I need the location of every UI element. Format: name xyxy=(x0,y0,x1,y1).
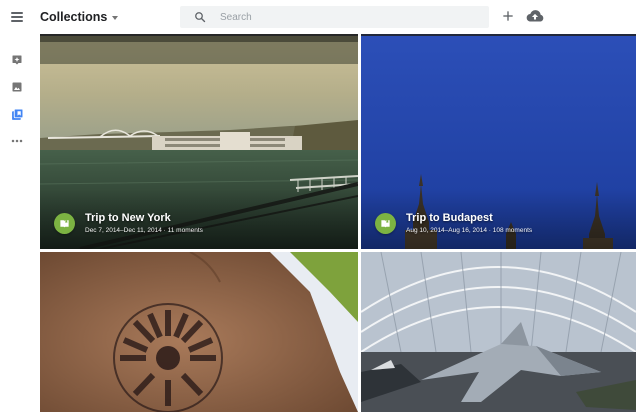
collection-meta: Dec 7, 2014–Dec 11, 2014 · 11 moments xyxy=(85,227,203,234)
card-top-edge xyxy=(361,34,636,36)
menu-icon[interactable] xyxy=(9,9,25,25)
collections-grid: Trip to New York Dec 7, 2014–Dec 11, 201… xyxy=(40,34,636,412)
albums-icon[interactable] xyxy=(10,107,24,121)
collections-dropdown[interactable]: Collections xyxy=(40,9,119,25)
album-icon xyxy=(375,213,396,234)
collection-card-hangar[interactable] xyxy=(361,252,636,412)
collection-caption: Trip to Budapest Aug 10, 2014–Aug 16, 20… xyxy=(375,212,532,235)
navigation-rail xyxy=(0,34,34,412)
collection-title: Trip to New York xyxy=(85,212,171,224)
collection-card-new-york[interactable]: Trip to New York Dec 7, 2014–Dec 11, 201… xyxy=(40,34,358,249)
assistant-icon[interactable] xyxy=(10,53,24,67)
collection-title: Trip to Budapest xyxy=(406,212,493,224)
search-bar[interactable] xyxy=(180,6,489,28)
card-top-edge xyxy=(40,34,358,36)
search-input[interactable] xyxy=(220,11,470,23)
page-title: Collections xyxy=(40,10,108,24)
collection-photo xyxy=(40,252,358,412)
cloud-upload-icon[interactable] xyxy=(526,8,544,24)
collection-caption: Trip to New York Dec 7, 2014–Dec 11, 201… xyxy=(54,212,203,235)
collection-card-hand-stamp[interactable] xyxy=(40,252,358,412)
collection-meta: Aug 10, 2014–Aug 16, 2014 · 108 moments xyxy=(406,227,533,234)
photos-icon[interactable] xyxy=(10,80,24,94)
collection-card-budapest[interactable]: Trip to Budapest Aug 10, 2014–Aug 16, 20… xyxy=(361,34,636,249)
album-icon xyxy=(54,213,75,234)
caret-down-icon xyxy=(112,15,119,20)
add-icon[interactable] xyxy=(500,8,516,24)
more-icon[interactable] xyxy=(10,134,24,148)
collection-photo xyxy=(361,252,636,412)
top-app-bar: Collections xyxy=(0,0,636,34)
search-icon xyxy=(195,12,206,23)
